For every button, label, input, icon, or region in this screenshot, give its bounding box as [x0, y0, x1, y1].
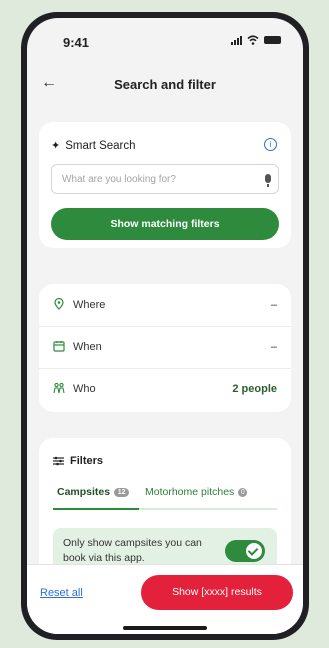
status-bar: 9:41	[27, 18, 303, 58]
filter-tabs: Campsites 12 Motorhome pitches 0	[53, 478, 277, 510]
where-when-who-card: Where – When – Who 2 people	[39, 284, 291, 412]
reset-all-link[interactable]: Reset all	[40, 587, 83, 599]
bottom-action-bar: Reset all Show [xxxx] results	[27, 564, 303, 634]
location-pin-icon	[54, 298, 64, 310]
show-results-button[interactable]: Show [xxxx] results	[141, 575, 293, 610]
who-label: Who	[73, 383, 96, 395]
show-matching-filters-button[interactable]: Show matching filters	[51, 208, 279, 240]
smart-search-header: ✦ Smart Search	[51, 139, 136, 153]
sliders-icon	[53, 456, 64, 466]
info-icon[interactable]: i	[264, 138, 277, 151]
app-screen: 9:41 ← Search and filter ✦ Smart Search	[27, 18, 303, 634]
status-time: 9:41	[63, 35, 90, 50]
microphone-icon[interactable]	[265, 174, 271, 187]
when-value: –	[270, 341, 277, 353]
smart-search-card: ✦ Smart Search i Show matching filters	[39, 122, 291, 248]
campsites-count-badge: 12	[114, 487, 130, 497]
phone-frame: 9:41 ← Search and filter ✦ Smart Search	[21, 12, 309, 640]
when-row[interactable]: When –	[39, 326, 291, 369]
home-indicator	[123, 626, 207, 630]
active-tab-indicator	[53, 508, 139, 510]
where-value: –	[270, 299, 277, 311]
motorhome-count-badge: 0	[238, 487, 248, 497]
smart-search-title: Smart Search	[65, 139, 136, 152]
top-nav: ← Search and filter	[27, 74, 303, 98]
page-title: Search and filter	[114, 77, 216, 92]
who-value: 2 people	[232, 383, 277, 395]
status-icons	[231, 35, 281, 45]
tab-campsites-label: Campsites	[57, 486, 111, 498]
wifi-icon	[247, 35, 259, 45]
filters-title: Filters	[70, 455, 104, 467]
battery-icon	[264, 36, 281, 44]
tab-campsites[interactable]: Campsites 12	[57, 486, 130, 498]
bookable-toggle-label: Only show campsites you can book via thi…	[63, 537, 202, 564]
when-label: When	[73, 341, 102, 353]
where-label: Where	[73, 299, 106, 311]
toggle-check-icon	[246, 543, 262, 559]
tab-motorhome-label: Motorhome pitches	[145, 486, 235, 498]
filters-header: Filters	[53, 455, 103, 467]
search-input[interactable]	[51, 164, 279, 194]
bookable-toggle[interactable]	[225, 540, 265, 562]
who-row[interactable]: Who 2 people	[39, 368, 291, 410]
people-icon	[53, 382, 65, 394]
tab-motorhome-pitches[interactable]: Motorhome pitches 0	[145, 486, 248, 498]
where-row[interactable]: Where –	[39, 284, 291, 327]
signal-icon	[231, 35, 242, 45]
calendar-icon	[53, 341, 65, 352]
sparkle-icon: ✦	[51, 140, 61, 152]
